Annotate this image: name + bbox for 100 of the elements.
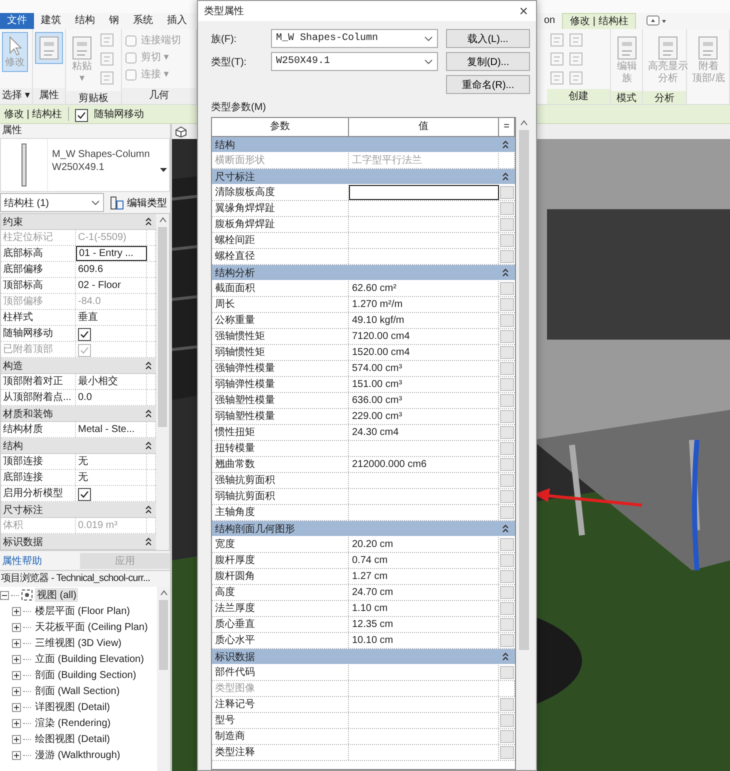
expand-icon[interactable] [12, 702, 21, 712]
tool-icon[interactable] [99, 70, 115, 86]
tree-item[interactable]: 天花板平面 (Ceiling Plan) [33, 620, 150, 634]
tree-item[interactable]: 楼层平面 (Floor Plan) [33, 604, 132, 618]
formula-button[interactable] [500, 410, 514, 423]
formula-button[interactable] [500, 234, 514, 247]
collapse-icon[interactable] [145, 217, 152, 226]
formula-button[interactable] [500, 538, 514, 551]
collapse-icon[interactable] [145, 505, 152, 514]
value-field[interactable] [349, 185, 499, 200]
collapse-icon[interactable] [502, 524, 509, 533]
type-selector[interactable]: M_W Shapes-Column W250X49.1 [0, 138, 170, 192]
tree-item[interactable]: 渲染 (Rendering) [33, 716, 113, 730]
tool-icon[interactable] [568, 32, 584, 48]
expand-icon[interactable] [12, 654, 21, 664]
tree-item[interactable]: 剖面 (Building Section) [33, 668, 138, 682]
collapse-icon[interactable] [502, 172, 509, 181]
tool-icon[interactable] [99, 51, 115, 67]
formula-button[interactable] [500, 714, 514, 727]
help-link[interactable]: 属性帮助 [0, 554, 42, 568]
ribbon-tab[interactable]: 插入 [160, 13, 194, 29]
property-value[interactable]: 02 - Floor [76, 278, 147, 293]
tree-item[interactable]: 详图视图 (Detail) [33, 700, 112, 714]
ribbon-tab[interactable]: 建筑 [34, 13, 68, 29]
collapse-icon[interactable] [145, 361, 152, 370]
expand-icon[interactable] [12, 670, 21, 680]
column-header[interactable]: = [499, 118, 515, 136]
formula-button[interactable] [500, 730, 514, 743]
formula-button[interactable] [500, 362, 514, 375]
checkbox[interactable] [75, 108, 88, 122]
dropdown-arrow-icon[interactable] [160, 168, 167, 172]
formula-button[interactable] [500, 330, 514, 343]
dialog-button[interactable]: 载入(L)... [446, 29, 530, 48]
expand-icon[interactable] [12, 638, 21, 648]
ribbon-tab[interactable]: 结构 [68, 13, 102, 29]
scroll-up-icon[interactable] [158, 217, 166, 223]
tree-item[interactable]: 绘图视图 (Detail) [33, 732, 112, 746]
scrollbar-thumb[interactable] [159, 600, 168, 670]
formula-button[interactable] [500, 218, 514, 231]
formula-button[interactable] [500, 698, 514, 711]
formula-button[interactable] [500, 602, 514, 615]
property-field[interactable]: 01 - Entry ... [76, 246, 147, 261]
formula-button[interactable] [500, 394, 514, 407]
scrollbar-thumb[interactable] [518, 130, 528, 650]
formula-button[interactable] [500, 746, 514, 759]
dropdown-icon[interactable] [646, 14, 668, 28]
formula-button[interactable] [500, 474, 514, 487]
close-button[interactable]: × [517, 2, 530, 20]
checkbox[interactable] [78, 328, 91, 341]
checkbox[interactable] [78, 488, 91, 501]
expand-icon[interactable] [12, 718, 21, 728]
menu-button[interactable]: 文件 [0, 13, 34, 29]
column-header[interactable]: 值 [349, 118, 499, 136]
dialog-button[interactable]: 重命名(R)... [446, 75, 530, 94]
formula-button[interactable] [500, 282, 514, 295]
tree-item[interactable]: 剖面 (Wall Section) [33, 684, 122, 698]
property-value[interactable]: 无 [76, 470, 147, 485]
formula-button[interactable] [500, 298, 514, 311]
tool-icon[interactable] [549, 51, 565, 67]
filter-dropdown[interactable]: 结构柱 (1) [0, 193, 104, 212]
collapse-icon[interactable] [145, 537, 152, 546]
expand-icon[interactable] [12, 606, 21, 616]
collapse-icon[interactable] [502, 140, 509, 149]
formula-button[interactable] [500, 186, 514, 199]
formula-button[interactable] [500, 426, 514, 439]
formula-button[interactable] [500, 346, 514, 359]
expand-icon[interactable] [12, 750, 21, 760]
tool-icon[interactable] [549, 32, 565, 48]
formula-button[interactable] [500, 442, 514, 455]
property-value[interactable]: 垂直 [76, 310, 147, 325]
formula-button[interactable] [500, 634, 514, 647]
formula-button[interactable] [500, 570, 514, 583]
formula-button[interactable] [500, 586, 514, 599]
tool-icon[interactable] [99, 32, 115, 48]
expand-icon[interactable] [12, 734, 21, 744]
formula-button[interactable] [500, 202, 514, 215]
collapse-icon[interactable] [502, 652, 509, 661]
ribbon-tab[interactable]: on [537, 13, 562, 29]
formula-button[interactable] [500, 314, 514, 327]
family-dropdown[interactable]: M_W Shapes-Column [271, 29, 438, 48]
ribbon-tab[interactable]: 系统 [126, 13, 160, 29]
tool-icon[interactable] [549, 70, 565, 86]
formula-button[interactable] [500, 378, 514, 391]
column-header[interactable]: 参数 [212, 118, 349, 136]
collapse-icon[interactable] [145, 441, 152, 450]
scroll-up-icon[interactable] [160, 590, 168, 596]
property-value[interactable]: 最小相交 [76, 374, 147, 389]
formula-button[interactable] [500, 618, 514, 631]
edit-type-button[interactable]: 编辑类型 [107, 196, 170, 210]
ribbon-tab[interactable]: 修改 | 结构柱 [562, 13, 636, 29]
property-value[interactable]: 609.6 [76, 262, 147, 277]
tree-item[interactable]: 立面 (Building Elevation) [33, 652, 146, 666]
view-cube-icon[interactable] [175, 126, 187, 138]
formula-button[interactable] [500, 458, 514, 471]
collapse-icon[interactable] [145, 409, 152, 418]
dialog-button[interactable]: 复制(D)... [446, 52, 530, 71]
formula-button[interactable] [500, 250, 514, 263]
collapse-icon[interactable] [0, 590, 9, 600]
type-dropdown[interactable]: W250X49.1 [271, 52, 438, 71]
collapse-icon[interactable] [502, 268, 509, 277]
